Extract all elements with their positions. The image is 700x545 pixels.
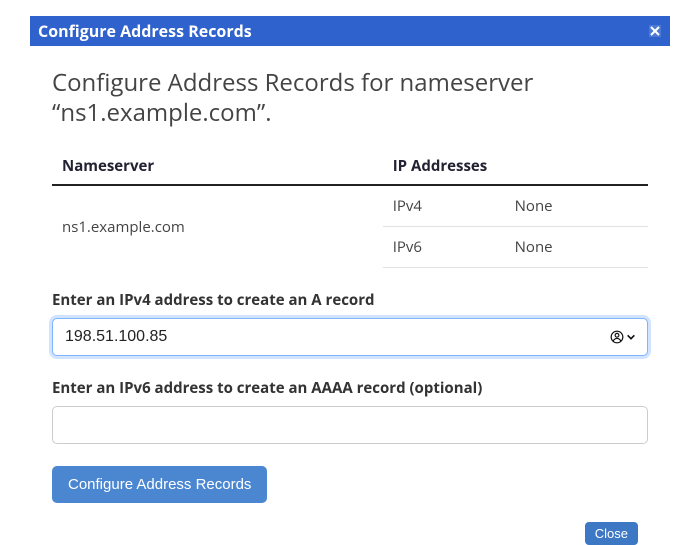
ipv4-field-block: Enter an IPv4 address to create an A rec… — [52, 290, 648, 356]
ipv4-input-wrap — [52, 318, 648, 356]
cell-ipv4-label: IPv4 — [383, 185, 505, 227]
input-dropdown-toggle[interactable] — [610, 330, 636, 344]
cell-ipv4-value: None — [505, 185, 648, 227]
col-nameserver: Nameserver — [52, 148, 383, 185]
user-circle-icon — [610, 330, 624, 344]
cell-ipv6-value: None — [505, 227, 648, 268]
configure-address-records-button[interactable]: Configure Address Records — [52, 466, 267, 503]
ipv6-field-block: Enter an IPv6 address to create an AAAA … — [52, 378, 648, 444]
page-heading: Configure Address Records for nameserver… — [52, 68, 648, 128]
footer: Close — [52, 521, 648, 545]
col-ip-addresses: IP Addresses — [383, 148, 648, 185]
ipv6-input[interactable] — [52, 406, 648, 444]
ipv4-input[interactable] — [52, 318, 648, 356]
close-icon[interactable] — [648, 24, 662, 38]
heading-line-1: Configure Address Records for nameserver — [52, 66, 533, 99]
actions: Configure Address Records — [52, 466, 648, 503]
ipv6-input-wrap — [52, 406, 648, 444]
titlebar-title: Configure Address Records — [38, 20, 252, 42]
modal-body: Configure Address Records for nameserver… — [30, 46, 670, 545]
chevron-down-icon — [626, 332, 636, 342]
titlebar: Configure Address Records — [30, 16, 670, 46]
ipv6-label: Enter an IPv6 address to create an AAAA … — [52, 378, 648, 398]
table-row: ns1.example.com IPv4 None — [52, 185, 648, 227]
heading-line-2: “ns1.example.com”. — [52, 96, 272, 129]
cell-nameserver: ns1.example.com — [52, 185, 383, 268]
ipv4-label: Enter an IPv4 address to create an A rec… — [52, 290, 648, 310]
cell-ipv6-label: IPv6 — [383, 227, 505, 268]
table-header-row: Nameserver IP Addresses — [52, 148, 648, 185]
modal-configure-address-records: Configure Address Records Configure Addr… — [30, 16, 670, 545]
nameserver-table: Nameserver IP Addresses ns1.example.com … — [52, 148, 648, 268]
close-button[interactable]: Close — [585, 522, 638, 545]
